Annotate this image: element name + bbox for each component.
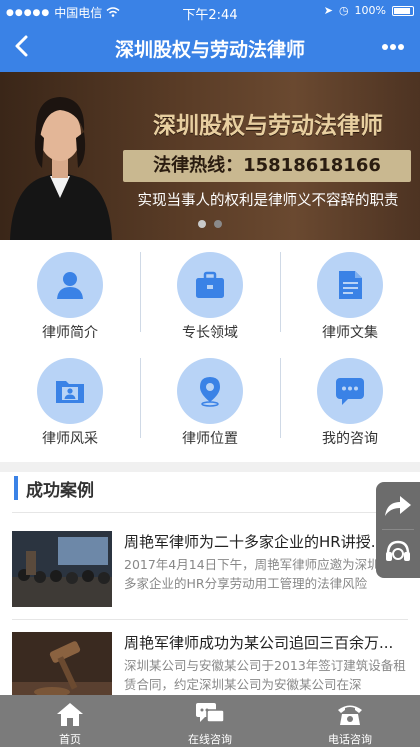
- nav-bar: 深圳股权与劳动法律师: [0, 22, 420, 72]
- briefcase-icon: [196, 271, 224, 298]
- chat-bubble-icon: [336, 378, 364, 405]
- customer-service-button[interactable]: [382, 536, 414, 568]
- news-title: 周艳军律师成功为某公司追回三百余万...: [124, 634, 394, 652]
- alarm-icon: ◷: [338, 4, 349, 17]
- section-header-success-cases: 成功案例: [0, 472, 420, 504]
- chevron-left-icon: [15, 35, 28, 57]
- banner-carousel[interactable]: 深圳股权与劳动法律师 法律热线：15818618166 实现当事人的权利是律师义…: [0, 72, 420, 240]
- share-button[interactable]: [382, 490, 414, 522]
- menu-grid: 律师简介 专长领域 律师文集 律师风采 律师位置 我的咨询: [0, 240, 420, 462]
- banner-headline: 深圳股权与劳动法律师: [153, 112, 383, 139]
- back-button[interactable]: [8, 31, 38, 61]
- menu-item-label: 律师文集: [322, 325, 378, 341]
- menu-item-label: 律师位置: [182, 431, 238, 447]
- tab-home[interactable]: 首页: [0, 695, 140, 747]
- bottom-tab-bar: 首页 在线咨询 电话咨询: [0, 695, 420, 747]
- menu-item-gallery[interactable]: 律师风采: [0, 346, 140, 454]
- tab-phone-consult[interactable]: 电话咨询: [280, 695, 420, 747]
- menu-item-label: 我的咨询: [322, 431, 378, 447]
- banner-slogan: 实现当事人的权利是律师义不容辞的职责: [137, 193, 399, 209]
- photo-folder-icon: [56, 381, 84, 403]
- menu-item-expertise[interactable]: 专长领域: [140, 240, 280, 348]
- menu-item-my-consult[interactable]: 我的咨询: [280, 346, 420, 454]
- floating-action-panel: [376, 482, 420, 578]
- news-thumbnail: [12, 531, 112, 607]
- news-item[interactable]: 周艳军律师为二十多家企业的HR讲授... 2017年4月14日下午，周艳军律师应…: [12, 531, 408, 615]
- battery-percent: 100%: [354, 4, 386, 17]
- more-dots-icon: [382, 44, 404, 50]
- location-arrow-icon: ➤: [323, 4, 333, 17]
- menu-item-location[interactable]: 律师位置: [140, 346, 280, 454]
- phone-icon: [338, 705, 362, 725]
- home-icon: [57, 703, 83, 726]
- person-icon: [57, 272, 83, 299]
- status-bar: ●●●●● 中国电信 下午2:44 ➤ ◷ 100%: [0, 0, 420, 23]
- pager-dot[interactable]: [198, 220, 206, 228]
- more-options-button[interactable]: [376, 32, 410, 62]
- share-arrow-icon: [385, 496, 411, 516]
- divider: [12, 512, 408, 513]
- menu-item-articles[interactable]: 律师文集: [280, 240, 420, 348]
- chat-icon: [196, 703, 225, 723]
- section-title: 成功案例: [26, 481, 94, 501]
- carousel-pager: [0, 220, 420, 228]
- section-separator: [0, 462, 420, 472]
- section-accent-bar: [14, 476, 18, 500]
- lawyer-portrait-image: [10, 97, 112, 240]
- pager-dot[interactable]: [214, 220, 222, 228]
- menu-item-label: 律师风采: [42, 431, 98, 447]
- page-title: 深圳股权与劳动法律师: [114, 39, 305, 61]
- menu-item-label: 专长领域: [182, 325, 238, 341]
- divider: [12, 619, 408, 620]
- news-title: 周艳军律师为二十多家企业的HR讲授...: [124, 533, 386, 551]
- tab-label: 电话咨询: [328, 733, 372, 746]
- banner-hotline: 法律热线：15818618166: [123, 150, 411, 182]
- location-pin-icon: [200, 377, 220, 407]
- tab-label: 首页: [59, 733, 81, 746]
- menu-item-label: 律师简介: [42, 325, 98, 341]
- headset-icon: [386, 540, 410, 561]
- tab-online-consult[interactable]: 在线咨询: [140, 695, 280, 747]
- news-description: 2017年4月14日下午，周艳军律师应邀为深圳二十多家企业的HR分享劳动用工管理…: [124, 557, 405, 591]
- menu-item-lawyer-intro[interactable]: 律师简介: [0, 240, 140, 348]
- document-icon: [339, 271, 362, 299]
- tab-label: 在线咨询: [188, 733, 232, 746]
- battery-icon: [392, 5, 414, 16]
